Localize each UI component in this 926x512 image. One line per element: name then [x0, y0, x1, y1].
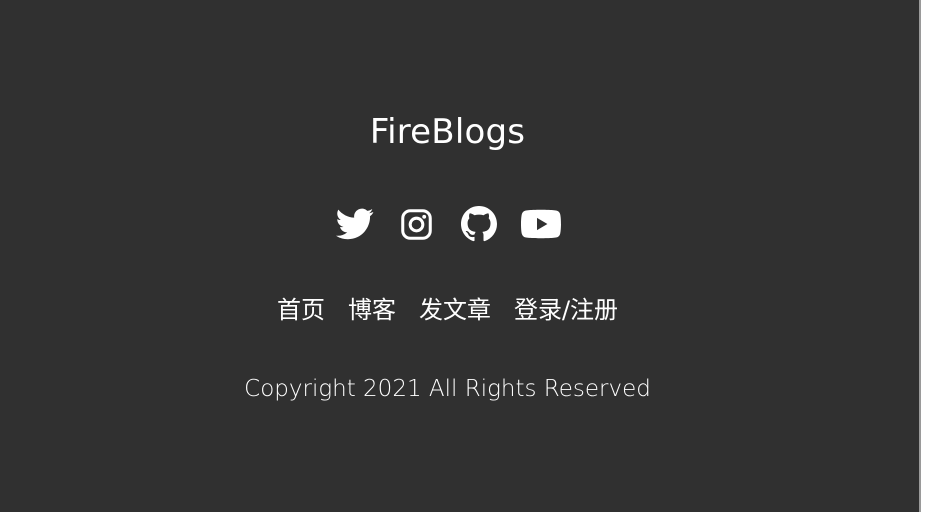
nav-link-home[interactable]: 首页	[277, 292, 325, 328]
social-links	[0, 204, 895, 244]
youtube-icon[interactable]	[520, 204, 561, 244]
site-footer: FireBlogs 首页 博客 发文章 登录/注册 Copyright 2021…	[0, 0, 919, 512]
offscreen-panel-edge	[921, 0, 926, 512]
footer-brand-logo[interactable]: FireBlogs	[0, 110, 895, 154]
nav-link-create-post[interactable]: 发文章	[419, 292, 491, 328]
copyright-text: Copyright 2021 All Rights Reserved	[244, 376, 651, 402]
footer-nav: 首页 博客 发文章 登录/注册	[0, 292, 895, 328]
instagram-icon[interactable]	[397, 204, 437, 244]
nav-link-login-register[interactable]: 登录/注册	[514, 292, 618, 328]
github-icon[interactable]	[459, 204, 499, 244]
twitter-icon[interactable]	[335, 204, 375, 244]
nav-link-blogs[interactable]: 博客	[348, 292, 396, 328]
